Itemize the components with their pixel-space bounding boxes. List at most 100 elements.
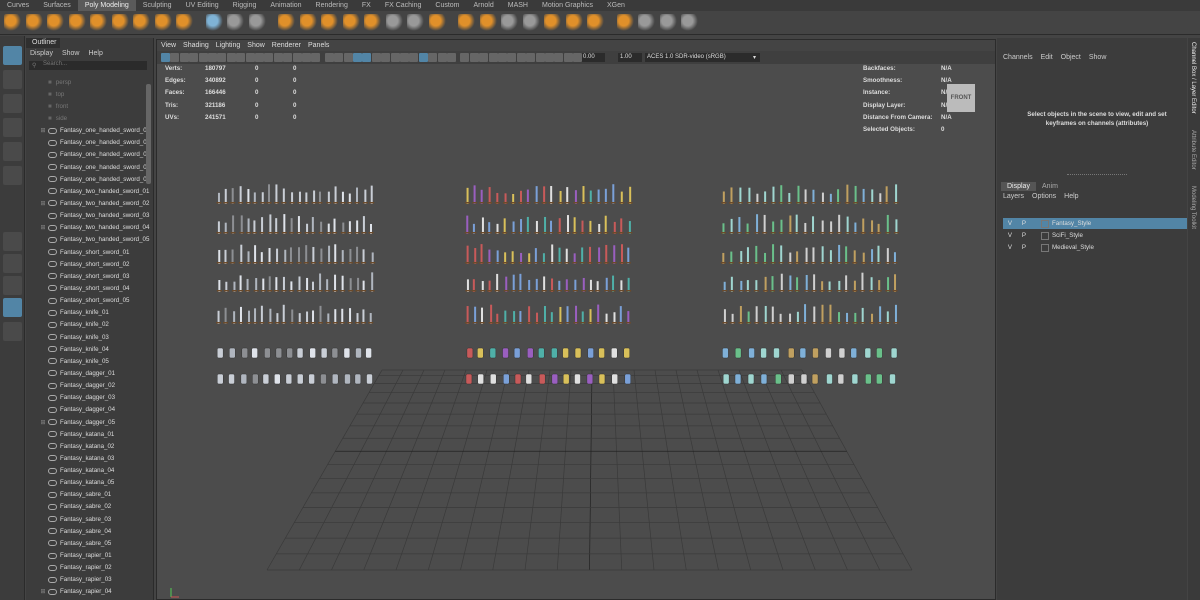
shelf-tool-icon[interactable] [205,14,223,31]
outliner-item[interactable]: Fantasy_sabre_01 [26,489,154,501]
viewport-toolbar-button-icon[interactable] [208,53,217,62]
viewport-toolbar-button-icon[interactable] [516,53,526,62]
viewport-toolbar-button-icon[interactable] [353,53,362,62]
side-tab-modeling-toolkit[interactable]: Modeling Toolkit [1190,186,1196,229]
channel-box-menu-object[interactable]: Object [1061,54,1081,61]
shelf-tool-icon[interactable] [4,14,21,31]
outliner-scrollbar[interactable] [146,84,151,184]
shelf-tool-icon[interactable] [25,14,43,31]
outliner-item[interactable]: Fantasy_rapier_03 [26,574,154,586]
viewport-toolbar-button-icon[interactable] [311,53,321,62]
outliner-item[interactable]: Fantasy_dagger_04 [26,404,154,416]
outliner-item[interactable]: ⊞ Fantasy_two_handed_sword_04 [26,222,154,234]
outliner-camera-item[interactable]: ■ side [26,112,154,124]
display-layer-row[interactable]: V P Medieval_Style [1003,242,1187,253]
outliner-item[interactable]: Fantasy_rapier_02 [26,562,154,574]
shelf-tab-arnold[interactable]: Arnold [467,0,501,11]
outliner-item[interactable]: Fantasy_one_handed_sword_05 [26,173,154,185]
scene-canvas[interactable] [157,64,995,600]
move-tool-icon[interactable] [3,118,22,137]
outliner-item[interactable]: Fantasy_short_sword_04 [26,282,154,294]
single-pane-layout-icon[interactable] [3,232,22,251]
tab-anim[interactable]: Anim [1036,182,1064,191]
outliner-item[interactable]: Fantasy_sabre_02 [26,501,154,513]
viewport-toolbar-button-icon[interactable] [292,53,302,62]
outliner-item[interactable]: Fantasy_short_sword_01 [26,246,154,258]
viewport-toolbar-button-icon[interactable] [334,53,344,62]
shelf-tab-curves[interactable]: Curves [0,0,36,11]
expand-icon[interactable]: ⊞ [38,419,48,426]
layer-menu-help[interactable]: Help [1064,193,1078,200]
outliner-item[interactable]: Fantasy_short_sword_03 [26,270,154,282]
viewport-toolbar-button-icon[interactable] [381,53,391,62]
shelf-tool-icon[interactable] [616,14,634,31]
expand-icon[interactable]: ⊞ [38,200,48,207]
viewport-toolbar-button-icon[interactable] [179,53,189,62]
expand-icon[interactable]: ⊞ [38,224,48,231]
outliner-item[interactable]: Fantasy_knife_02 [26,319,154,331]
layer-menu-layers[interactable]: Layers [1003,193,1024,200]
viewport-toolbar-button-icon[interactable] [217,53,227,62]
viewport-toolbar-button-icon[interactable] [302,53,311,62]
paint-select-icon[interactable] [3,94,22,113]
shelf-tab-fx-caching[interactable]: FX Caching [378,0,429,11]
viewport-toolbar-button-icon[interactable] [526,53,536,62]
viewport-toolbar-button-icon[interactable] [479,53,489,62]
outliner-camera-item[interactable]: ■ top [26,88,154,100]
exposure-field[interactable]: 0.00 [581,53,605,62]
outliner-item[interactable]: Fantasy_two_handed_sword_03 [26,210,154,222]
outliner-menu-help[interactable]: Help [88,48,102,59]
viewport-toolbar-button-icon[interactable] [189,53,199,62]
shelf-tab-motion-graphics[interactable]: Motion Graphics [535,0,600,11]
viewport-toolbar-button-icon[interactable] [362,53,372,62]
shelf-tool-icon[interactable] [638,14,655,31]
shelf-tool-icon[interactable] [364,14,381,31]
viewport-toolbar-button-icon[interactable] [390,53,400,62]
viewport-menu-shading[interactable]: Shading [183,40,209,51]
viewport-toolbar-button-icon[interactable] [226,53,236,62]
outliner-menu-display[interactable]: Display [30,48,53,59]
search-input[interactable]: ⚲ Search... [29,61,147,70]
layer-playback-toggle[interactable]: P [1017,232,1031,239]
shelf-tool-icon[interactable] [587,14,604,31]
expand-icon[interactable]: ⊞ [38,588,48,595]
outliner-item[interactable]: Fantasy_katana_01 [26,428,154,440]
viewport-toolbar-button-icon[interactable] [488,53,498,62]
viewport-toolbar-button-icon[interactable] [563,53,573,62]
viewport-toolbar-button-icon[interactable] [545,53,554,62]
viewport-toolbar-button-icon[interactable] [255,53,264,62]
side-tab-attribute-editor[interactable]: Attribute Editor [1190,130,1196,170]
outliner-camera-item[interactable]: ■ front [26,100,154,112]
channel-box-menu-channels[interactable]: Channels [1003,54,1033,61]
viewport-menu-panels[interactable]: Panels [308,40,329,51]
shelf-tool-icon[interactable] [321,14,338,31]
outliner-camera-item[interactable]: ■ persp [26,76,154,88]
layer-color-swatch[interactable] [1041,219,1049,228]
viewport-toolbar-button-icon[interactable] [507,53,517,62]
viewport-menu-lighting[interactable]: Lighting [216,40,241,51]
viewport-toolbar-button-icon[interactable] [469,53,479,62]
outliner-item[interactable]: ⊞ Fantasy_dagger_05 [26,416,154,428]
viewport-toolbar-button-icon[interactable] [535,53,545,62]
search-icon[interactable] [3,322,22,341]
outliner-item[interactable]: Fantasy_rapier_01 [26,549,154,561]
viewport-toolbar-button-icon[interactable] [161,53,170,62]
viewport-toolbar-button-icon[interactable] [273,53,283,62]
outliner-item[interactable]: Fantasy_knife_03 [26,331,154,343]
viewport-toolbar-button-icon[interactable] [400,53,409,62]
outliner-item[interactable]: Fantasy_two_handed_sword_01 [26,185,154,197]
layer-playback-toggle[interactable]: P [1017,220,1031,227]
tab-display[interactable]: Display [1001,182,1036,191]
outliner-item[interactable]: ⊞ Fantasy_two_handed_sword_02 [26,197,154,209]
rotate-tool-icon[interactable] [3,142,22,161]
viewport-toolbar-button-icon[interactable] [409,53,419,62]
shelf-tool-icon[interactable] [544,14,561,31]
outliner-item[interactable]: Fantasy_short_sword_02 [26,258,154,270]
shelf-tool-icon[interactable] [479,14,497,31]
shelf-tool-icon[interactable] [154,14,172,31]
shelf-tab-xgen[interactable]: XGen [600,0,632,11]
outliner-item[interactable]: Fantasy_short_sword_05 [26,295,154,307]
shelf-tool-icon[interactable] [90,14,107,31]
viewport-toolbar-button-icon[interactable] [170,53,180,62]
outliner-item[interactable]: Fantasy_katana_03 [26,452,154,464]
